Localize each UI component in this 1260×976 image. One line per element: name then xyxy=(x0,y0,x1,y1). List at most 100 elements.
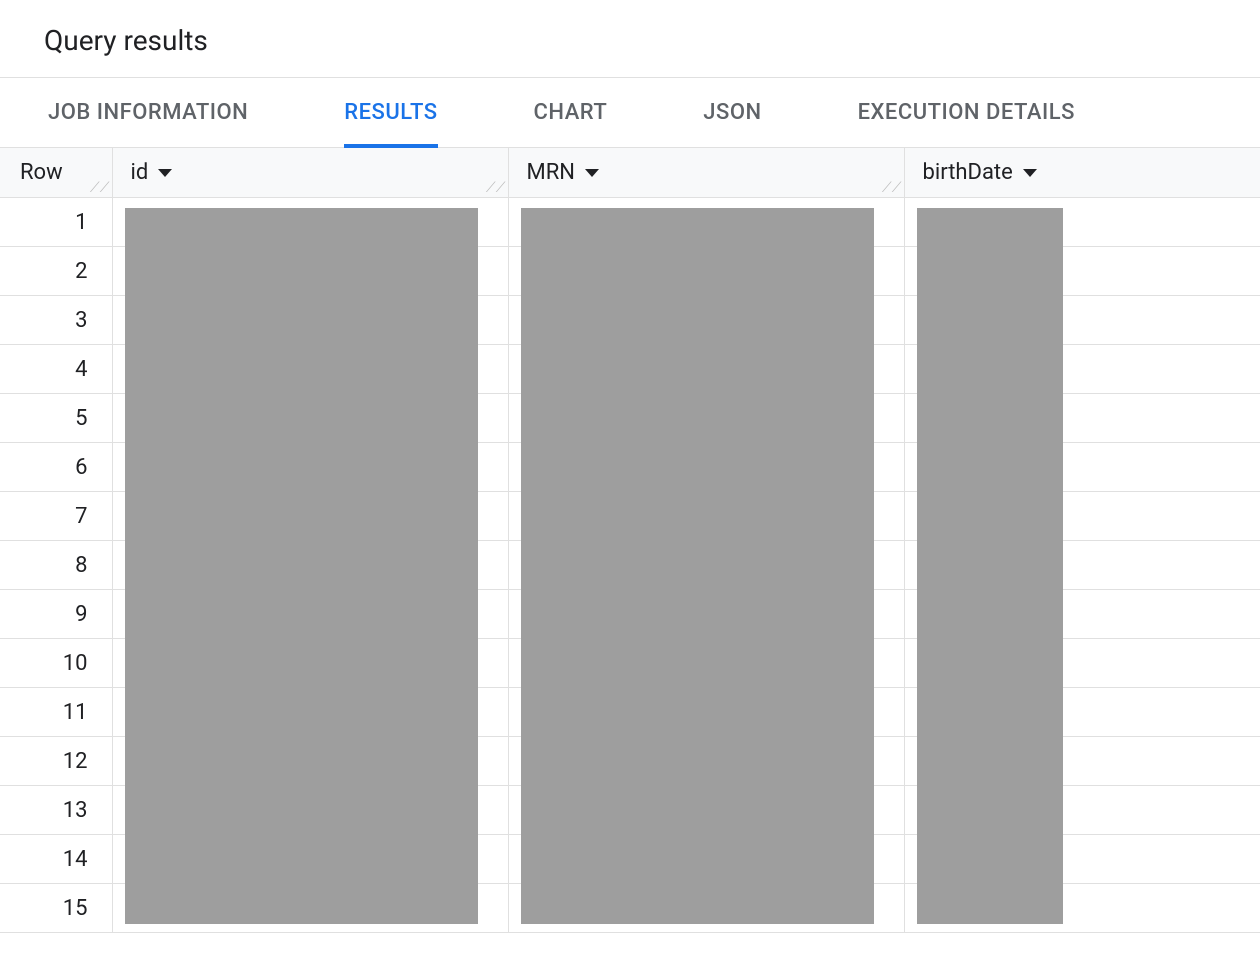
redacted-block xyxy=(917,784,1063,836)
redacted-block xyxy=(125,208,478,248)
column-header-label: MRN xyxy=(527,160,575,185)
redacted-block xyxy=(917,539,1063,591)
cell-birthdate xyxy=(904,394,1260,443)
cell-mrn xyxy=(508,688,904,737)
cell-id xyxy=(112,786,508,835)
redacted-block xyxy=(917,490,1063,542)
header: Query results xyxy=(0,0,1260,77)
results-table-container: Row ⟋⟋ id ⟋⟋ MRN xyxy=(0,148,1260,933)
redacted-block xyxy=(125,539,478,591)
redacted-block xyxy=(521,833,874,885)
table-row[interactable]: 10 xyxy=(0,639,1260,688)
tabs: JOB INFORMATION RESULTS CHART JSON EXECU… xyxy=(0,78,1260,147)
row-number-cell: 2 xyxy=(0,247,112,296)
table-row[interactable]: 7 xyxy=(0,492,1260,541)
cell-id xyxy=(112,541,508,590)
chevron-down-icon[interactable] xyxy=(158,169,172,177)
column-header-id[interactable]: id ⟋⟋ xyxy=(112,148,508,198)
chevron-down-icon[interactable] xyxy=(585,169,599,177)
cell-birthdate xyxy=(904,296,1260,345)
results-table: Row ⟋⟋ id ⟋⟋ MRN xyxy=(0,148,1260,933)
redacted-block xyxy=(521,637,874,689)
table-row[interactable]: 1 xyxy=(0,198,1260,247)
redacted-block xyxy=(125,882,478,924)
table-row[interactable]: 14 xyxy=(0,835,1260,884)
redacted-block xyxy=(521,441,874,493)
cell-id xyxy=(112,394,508,443)
cell-id xyxy=(112,345,508,394)
tab-execution-details[interactable]: EXECUTION DETAILS xyxy=(810,78,1123,147)
row-number-cell: 5 xyxy=(0,394,112,443)
cell-birthdate xyxy=(904,541,1260,590)
redacted-block xyxy=(917,588,1063,640)
row-number-cell: 8 xyxy=(0,541,112,590)
cell-id xyxy=(112,884,508,933)
cell-birthdate xyxy=(904,786,1260,835)
tab-job-information[interactable]: JOB INFORMATION xyxy=(0,78,296,147)
cell-mrn xyxy=(508,345,904,394)
table-row[interactable]: 6 xyxy=(0,443,1260,492)
table-row[interactable]: 4 xyxy=(0,345,1260,394)
redacted-block xyxy=(521,735,874,787)
table-row[interactable]: 3 xyxy=(0,296,1260,345)
cell-birthdate xyxy=(904,443,1260,492)
redacted-block xyxy=(917,637,1063,689)
table-row[interactable]: 13 xyxy=(0,786,1260,835)
redacted-block xyxy=(125,392,478,444)
cell-birthdate xyxy=(904,345,1260,394)
cell-mrn xyxy=(508,394,904,443)
table-row[interactable]: 9 xyxy=(0,590,1260,639)
cell-id xyxy=(112,198,508,247)
chevron-down-icon[interactable] xyxy=(1023,169,1037,177)
cell-mrn xyxy=(508,443,904,492)
cell-mrn xyxy=(508,296,904,345)
cell-mrn xyxy=(508,737,904,786)
tab-results[interactable]: RESULTS xyxy=(296,78,485,147)
cell-mrn xyxy=(508,492,904,541)
column-header-birthdate[interactable]: birthDate xyxy=(904,148,1260,198)
redacted-block xyxy=(521,490,874,542)
row-number-cell: 4 xyxy=(0,345,112,394)
table-row[interactable]: 8 xyxy=(0,541,1260,590)
redacted-block xyxy=(125,588,478,640)
table-row[interactable]: 5 xyxy=(0,394,1260,443)
tab-chart[interactable]: CHART xyxy=(486,78,656,147)
row-number-cell: 1 xyxy=(0,198,112,247)
page-title: Query results xyxy=(44,24,1216,57)
table-row[interactable]: 11 xyxy=(0,688,1260,737)
redacted-block xyxy=(521,343,874,395)
row-number-cell: 9 xyxy=(0,590,112,639)
row-number-cell: 13 xyxy=(0,786,112,835)
cell-mrn xyxy=(508,247,904,296)
redacted-block xyxy=(521,588,874,640)
redacted-block xyxy=(521,245,874,297)
redacted-block xyxy=(125,637,478,689)
table-row[interactable]: 12 xyxy=(0,737,1260,786)
table-row[interactable]: 2 xyxy=(0,247,1260,296)
redacted-block xyxy=(125,784,478,836)
cell-id xyxy=(112,590,508,639)
cell-id xyxy=(112,247,508,296)
column-header-label: Row xyxy=(20,160,63,185)
cell-birthdate xyxy=(904,639,1260,688)
cell-mrn xyxy=(508,198,904,247)
redacted-block xyxy=(125,735,478,787)
redacted-block xyxy=(917,833,1063,885)
column-header-mrn[interactable]: MRN ⟋⟋ xyxy=(508,148,904,198)
cell-mrn xyxy=(508,835,904,884)
redacted-block xyxy=(125,294,478,346)
cell-birthdate xyxy=(904,198,1260,247)
row-number-cell: 12 xyxy=(0,737,112,786)
tab-json[interactable]: JSON xyxy=(655,78,809,147)
table-row[interactable]: 15 xyxy=(0,884,1260,933)
cell-id xyxy=(112,688,508,737)
cell-birthdate xyxy=(904,737,1260,786)
redacted-block xyxy=(521,686,874,738)
row-number-cell: 6 xyxy=(0,443,112,492)
redacted-block xyxy=(917,343,1063,395)
redacted-block xyxy=(917,882,1063,924)
cell-mrn xyxy=(508,541,904,590)
row-number-cell: 10 xyxy=(0,639,112,688)
column-header-row[interactable]: Row ⟋⟋ xyxy=(0,148,112,198)
cell-id xyxy=(112,737,508,786)
